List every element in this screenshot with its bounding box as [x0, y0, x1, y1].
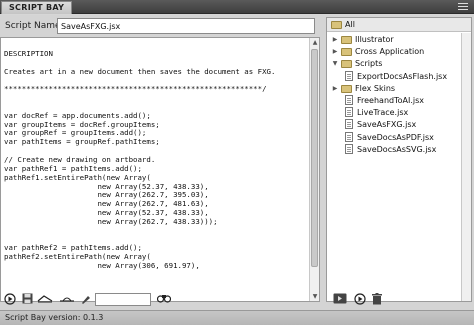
folder-icon — [331, 21, 342, 29]
tree-item-label: SaveDocsAsPDF.jsx — [357, 132, 434, 142]
folder-icon — [341, 60, 352, 69]
tree-folder[interactable]: ▶ Cross Application — [327, 46, 461, 57]
tree-scrollbar[interactable] — [461, 33, 471, 301]
code-line: new Array(52.37, 438.33), — [4, 209, 209, 218]
tree-file[interactable]: SaveDocsAsSVG.jsx — [327, 143, 461, 155]
tree-file[interactable]: SaveDocsAsPDF.jsx — [327, 131, 461, 143]
script-file-icon — [345, 131, 353, 142]
tree-file[interactable]: SaveAsFXG.jsx — [327, 119, 461, 130]
expanded-arrow-icon[interactable]: ▼ — [331, 58, 339, 69]
code-line: var docRef = app.documents.add(); — [4, 111, 151, 120]
scrollbar-thumb[interactable] — [311, 49, 318, 267]
script-file-icon — [345, 107, 353, 118]
code-line: var pathRef1 = pathItems.add(); — [4, 164, 142, 173]
status-version-text: Script Bay version: 0.1.3 — [5, 313, 104, 322]
find-input[interactable] — [95, 293, 151, 306]
code-line: pathRef2.setEntirePath(new Array( — [4, 253, 151, 262]
script-file-icon — [345, 95, 353, 105]
script-file-icon — [345, 70, 353, 81]
tree-item-label: Scripts — [355, 59, 383, 69]
tree-item-label: Cross Application — [355, 47, 425, 57]
tab-script-bay[interactable]: SCRIPT BAY — [1, 1, 73, 14]
tree-item-label: FreehandToAI.jsx — [357, 96, 425, 105]
new-script-icon[interactable] — [37, 293, 53, 306]
tree-item-label: LiveTrace.jsx — [357, 108, 409, 118]
tree-file[interactable]: ExportDocsAsFlash.jsx — [327, 70, 461, 82]
tree-item-label: SaveAsFXG.jsx — [357, 120, 417, 130]
code-line: var pathRef2 = pathItems.add(); — [4, 244, 142, 253]
tree-file[interactable]: LiveTrace.jsx — [327, 107, 461, 118]
run-target-icon[interactable] — [332, 293, 348, 306]
code-line: var groupItems = docRef.groupItems; — [4, 120, 160, 129]
tree-folder[interactable]: ▶ Flex Skins — [327, 83, 461, 94]
scroll-down-icon[interactable]: ▼ — [311, 292, 319, 301]
script-bay-panel: Script Name: DESCRIPTION Creates art in a… — [0, 15, 474, 325]
panel-menu-icon[interactable] — [458, 3, 468, 11]
code-text[interactable]: DESCRIPTION Creates art in a new document… — [4, 41, 309, 280]
tree-folder[interactable]: ▶ Illustrator — [327, 34, 461, 45]
run-icon[interactable] — [3, 293, 17, 306]
collapsed-arrow-icon[interactable]: ▶ — [331, 34, 339, 45]
collapsed-arrow-icon[interactable]: ▶ — [331, 83, 339, 94]
code-line: var pathItems = groupRef.pathItems; — [4, 138, 160, 147]
code-line: new Array(52.37, 438.33), — [4, 182, 209, 191]
panel-tab-bar: SCRIPT BAY — [0, 0, 474, 14]
code-line: Creates art in a new document then saves… — [4, 67, 276, 76]
script-name-input[interactable] — [57, 18, 315, 34]
folder-icon — [341, 48, 352, 57]
script-name-row: Script Name: — [0, 17, 320, 36]
tree-item-label: Flex Skins — [355, 83, 396, 93]
play-icon[interactable] — [353, 293, 367, 306]
collapsed-arrow-icon[interactable]: ▶ — [331, 46, 339, 57]
save-icon[interactable] — [20, 293, 34, 306]
code-line: // Create new drawing on artboard. — [4, 155, 156, 164]
delete-icon[interactable] — [370, 293, 384, 306]
script-file-icon — [345, 143, 353, 154]
code-line: new Array(262.7, 481.63), — [4, 200, 209, 209]
code-editor[interactable]: DESCRIPTION Creates art in a new document… — [0, 37, 320, 302]
script-name-label: Script Name: — [5, 21, 64, 31]
brush-icon[interactable] — [79, 293, 93, 306]
code-line: ****************************************… — [4, 85, 267, 94]
tree-item-label: SaveDocsAsSVG.jsx — [357, 144, 437, 154]
code-line: pathRef1.setEntirePath(new Array( — [4, 173, 151, 182]
tree-root-all[interactable]: All — [327, 18, 471, 32]
script-tree: All ▶ Illustrator ▶ Cross Application ▼ Scrip… — [326, 17, 472, 302]
new-line-icon[interactable] — [59, 293, 75, 306]
folder-icon — [341, 84, 352, 93]
tree-root-label: All — [345, 20, 355, 29]
editor-scrollbar[interactable]: ▲ ▼ — [309, 38, 319, 301]
code-line: new Array(306, 691.97), — [4, 262, 200, 271]
code-line: var groupRef = groupItems.add(); — [4, 129, 147, 138]
tree-item-label: Illustrator — [355, 35, 394, 44]
binoculars-icon[interactable] — [156, 293, 172, 306]
tree-file[interactable]: FreehandToAI.jsx — [327, 95, 461, 106]
code-line: new Array(262.7, 438.33))); — [4, 217, 218, 226]
code-line: DESCRIPTION — [4, 49, 53, 58]
folder-icon — [341, 36, 352, 44]
tree-item-label: ExportDocsAsFlash.jsx — [357, 71, 448, 81]
scroll-up-icon[interactable]: ▲ — [311, 38, 319, 47]
script-file-icon — [345, 119, 353, 130]
tree-folder[interactable]: ▼ Scripts — [327, 58, 461, 69]
code-line: new Array(262.7, 395.03), — [4, 191, 209, 200]
status-bar: Script Bay version: 0.1.3 — [0, 310, 474, 325]
